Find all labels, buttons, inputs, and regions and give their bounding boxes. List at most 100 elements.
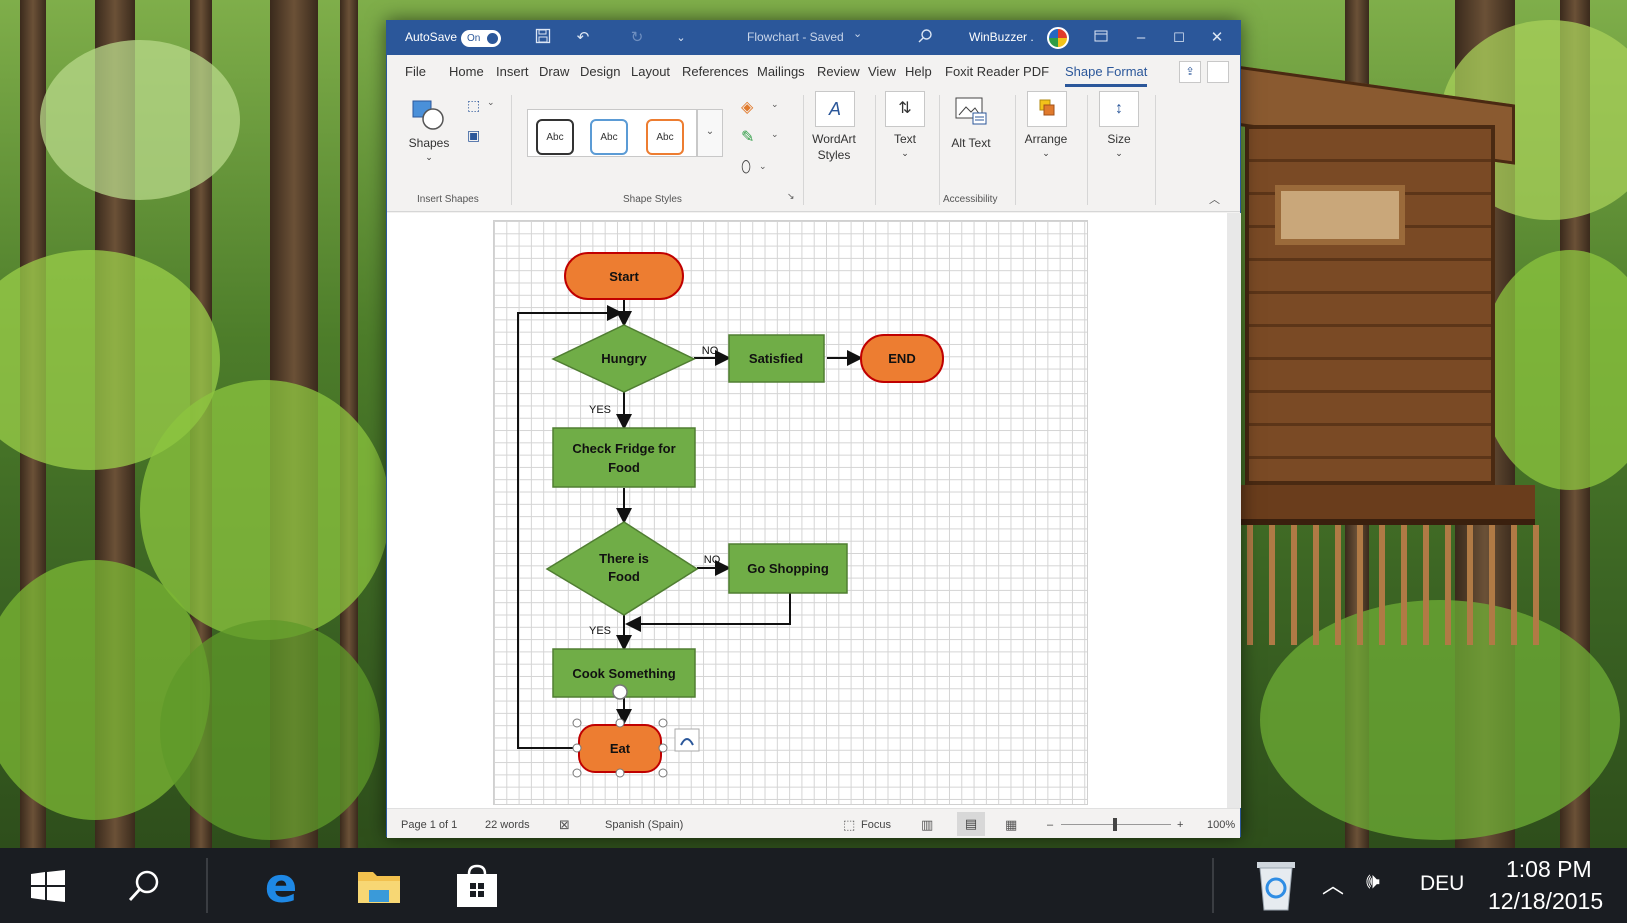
divider	[1212, 858, 1214, 913]
tab-references[interactable]: References	[682, 64, 748, 79]
alt-text-label[interactable]: Alt Text	[945, 135, 997, 151]
style-sample-black[interactable]: Abc	[536, 119, 574, 155]
tab-layout[interactable]: Layout	[631, 64, 670, 79]
style-sample-orange[interactable]: Abc	[646, 119, 684, 155]
read-mode-icon[interactable]: ▥	[921, 817, 933, 833]
edge-icon: e	[264, 857, 298, 914]
shapes-icon[interactable]	[411, 97, 445, 134]
autosave-toggle[interactable]: On	[461, 30, 501, 47]
ribbon-display-options-icon[interactable]	[1091, 28, 1111, 48]
arrange-icon[interactable]	[1027, 91, 1067, 127]
divider	[1087, 95, 1088, 205]
focus-mode-label[interactable]: Focus	[861, 819, 891, 831]
size-icon[interactable]: ↕	[1099, 91, 1139, 127]
layout-options-icon[interactable]	[674, 728, 700, 752]
zoom-slider-thumb[interactable]	[1113, 818, 1117, 831]
tab-shape-format[interactable]: Shape Format	[1065, 64, 1148, 87]
file-explorer-icon	[358, 871, 400, 903]
gallery-more-icon[interactable]: ⌄	[697, 109, 723, 157]
dialog-launcher-icon[interactable]: ↘	[787, 191, 795, 202]
close-icon[interactable]: ✕	[1207, 28, 1227, 48]
focus-icon[interactable]: ⬚	[843, 817, 855, 833]
shape-outline-dropdown-icon[interactable]: ⌄	[771, 129, 779, 140]
shape-outline-icon[interactable]: ✎	[741, 127, 754, 147]
yes-label: YES	[589, 404, 611, 416]
foliage	[160, 620, 380, 840]
shape-effects-icon[interactable]: ⬯	[741, 159, 751, 177]
tab-mailings[interactable]: Mailings	[757, 64, 805, 79]
recycle-bin-taskbar-button[interactable]	[1248, 848, 1304, 923]
tab-review[interactable]: Review	[817, 64, 860, 79]
file-explorer-taskbar-button[interactable]	[350, 848, 408, 923]
there-is-food-label-1: There is	[599, 551, 649, 566]
text-dropdown-icon[interactable]: ⌄	[881, 145, 929, 161]
search-button[interactable]	[118, 848, 170, 923]
share-icon[interactable]: ⇪	[1179, 61, 1201, 83]
maximize-icon[interactable]: ☐	[1169, 28, 1189, 48]
check-fridge-label-1: Check Fridge for	[572, 441, 675, 456]
zoom-out-icon[interactable]: –	[1047, 819, 1053, 831]
document-title[interactable]: Flowchart - Saved	[747, 30, 844, 44]
word-count[interactable]: 22 words	[485, 819, 530, 831]
title-chevron-icon[interactable]: ⌄	[853, 27, 862, 40]
store-taskbar-button[interactable]	[448, 848, 506, 923]
collapse-ribbon-icon[interactable]: ︿	[1209, 191, 1220, 207]
check-fridge-process[interactable]	[552, 427, 696, 488]
foliage	[40, 40, 240, 200]
redo-icon[interactable]: ↻	[627, 28, 647, 48]
edit-shape-icon[interactable]: ⬚	[467, 97, 480, 114]
user-avatar[interactable]	[1047, 27, 1069, 49]
search-icon[interactable]	[915, 28, 935, 48]
wordart-styles-label[interactable]: WordArt Styles	[799, 131, 869, 163]
language-indicator[interactable]: Spanish (Spain)	[605, 819, 683, 831]
tab-foxit-reader-pdf[interactable]: Foxit Reader PDF	[945, 64, 1049, 79]
save-icon[interactable]	[533, 28, 553, 48]
shape-effects-dropdown-icon[interactable]: ⌄	[759, 161, 767, 172]
tab-view[interactable]: View	[868, 64, 896, 79]
vertical-scrollbar[interactable]	[1227, 213, 1241, 808]
style-sample-blue[interactable]: Abc	[590, 119, 628, 155]
zoom-level[interactable]: 100%	[1207, 819, 1235, 831]
edit-shape-dropdown-icon[interactable]: ⌄	[487, 97, 495, 108]
satisfied-label: Satisfied	[749, 351, 803, 366]
there-is-food-label-2: Food	[608, 569, 640, 584]
shape-fill-dropdown-icon[interactable]: ⌄	[771, 99, 779, 110]
tab-home[interactable]: Home	[449, 64, 484, 79]
alt-text-icon[interactable]	[955, 97, 987, 125]
tab-insert[interactable]: Insert	[496, 64, 529, 79]
size-dropdown-icon[interactable]: ⌄	[1093, 145, 1145, 161]
tab-design[interactable]: Design	[580, 64, 620, 79]
edge-taskbar-button[interactable]: e	[252, 848, 310, 923]
tab-file[interactable]: File	[405, 64, 426, 79]
user-name[interactable]: WinBuzzer .	[969, 30, 1034, 44]
arrange-dropdown-icon[interactable]: ⌄	[1013, 145, 1079, 161]
shape-fill-icon[interactable]: ◈	[741, 97, 753, 117]
page-indicator[interactable]: Page 1 of 1	[401, 819, 457, 831]
volume-icon[interactable]: 🕪	[1366, 868, 1380, 894]
divider	[1155, 95, 1156, 205]
document-canvas[interactable]: Start Hungry Satisfied END Check Fridge …	[387, 213, 1227, 808]
show-hidden-icons-icon[interactable]: ︿	[1322, 868, 1344, 900]
tab-help[interactable]: Help	[905, 64, 932, 79]
rotate-handle-icon[interactable]	[612, 684, 628, 700]
minimize-icon[interactable]: –	[1131, 28, 1151, 48]
clock-time[interactable]: 1:08 PM	[1506, 856, 1592, 883]
text-direction-icon[interactable]: ⇅	[885, 91, 925, 127]
proofing-icon[interactable]: ⊠	[559, 817, 570, 833]
tab-draw[interactable]: Draw	[539, 64, 569, 79]
comments-icon[interactable]	[1207, 61, 1229, 83]
store-bag-icon	[457, 864, 497, 907]
quick-access-customize-icon[interactable]: ⌄	[671, 28, 691, 48]
text-box-icon[interactable]: ▣	[467, 127, 480, 144]
wordart-icon[interactable]: A	[815, 91, 855, 127]
clock-date[interactable]: 12/18/2015	[1488, 888, 1603, 915]
print-layout-icon[interactable]: ▤	[957, 812, 985, 836]
undo-icon[interactable]: ↶	[573, 28, 593, 48]
web-layout-icon[interactable]: ▦	[1005, 817, 1017, 833]
title-bar: AutoSave On ↶ ↻ ⌄ Flowchart - Saved ⌄ Wi…	[387, 21, 1240, 55]
windows-logo-icon	[31, 869, 65, 902]
start-button[interactable]	[22, 848, 74, 923]
zoom-in-icon[interactable]: +	[1177, 819, 1183, 831]
shapes-dropdown-icon[interactable]: ⌄	[401, 149, 457, 165]
input-language[interactable]: DEU	[1420, 872, 1464, 896]
